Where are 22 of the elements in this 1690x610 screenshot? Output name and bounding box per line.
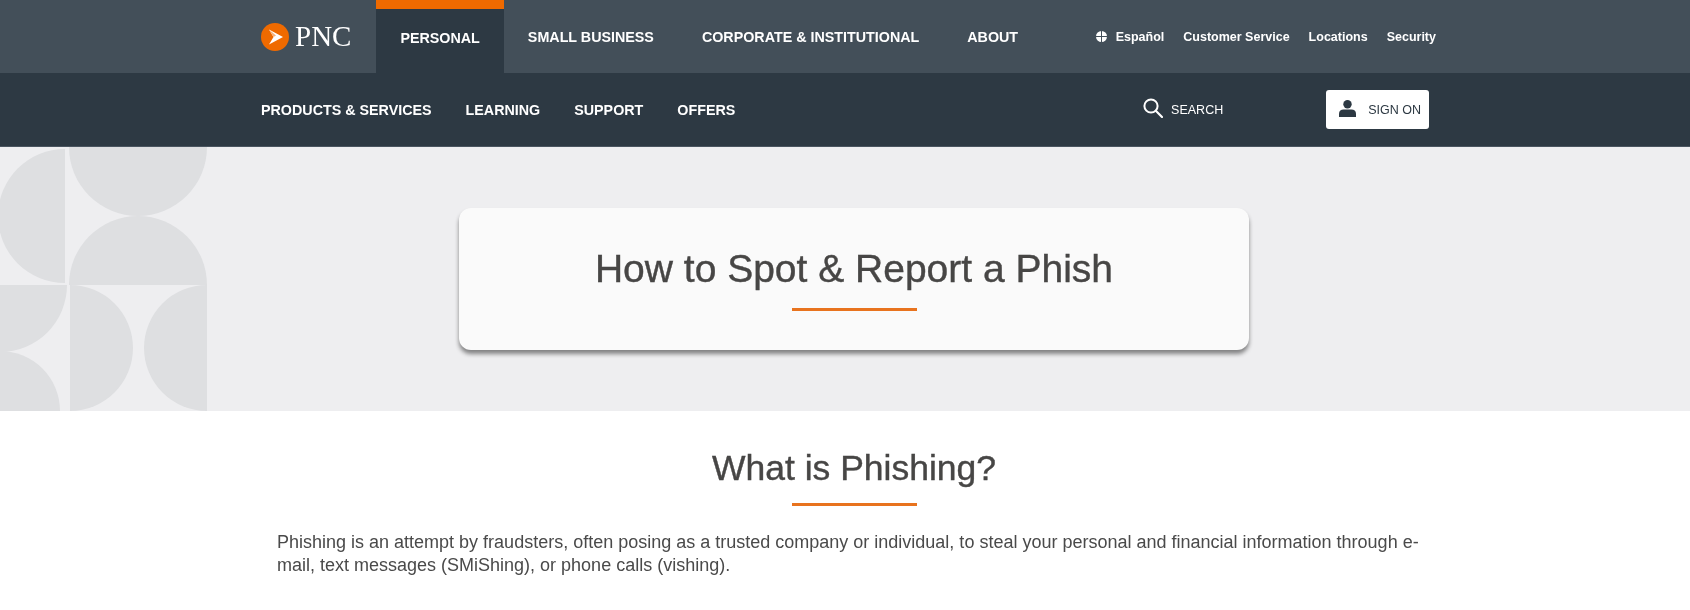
nav-tab[interactable]: ABOUT <box>943 0 1043 73</box>
utility-link[interactable]: Locations <box>1308 29 1368 44</box>
nav-tab[interactable]: SMALL BUSINESS <box>503 0 678 73</box>
menu-link[interactable]: SUPPORT <box>574 101 644 118</box>
menu-link[interactable]: LEARNING <box>465 101 541 118</box>
search-button[interactable]: SEARCH <box>1143 101 1224 118</box>
nav-tab[interactable]: PERSONAL <box>376 0 504 73</box>
logo-icon <box>261 22 289 51</box>
nav-tab[interactable]: CORPORATE & INSTITUTIONAL <box>677 0 944 73</box>
sign-on-button[interactable]: SIGN ON <box>1326 90 1429 129</box>
person-icon <box>1339 100 1357 117</box>
menu-link[interactable]: PRODUCTS & SERVICES <box>261 101 432 118</box>
language-link[interactable]: Español <box>1095 29 1165 44</box>
search-icon <box>1143 98 1164 118</box>
utility-link[interactable]: Security <box>1386 29 1436 44</box>
body-paragraph: Phishing is an attempt by fraudsters, often posing as a trusted company or individual, to steal your personal and financial information through e-mail, text messages (SMiShing), or phone calls (vishing). <box>277 531 1420 577</box>
menu-link[interactable]: OFFERS <box>677 101 736 118</box>
home-logo-link[interactable]: PNC <box>261 0 352 73</box>
section-heading: What is Phishing? <box>711 447 997 490</box>
utility-link[interactable]: Customer Service <box>1183 29 1290 44</box>
globe-icon <box>1095 31 1107 42</box>
page-title: How to Spot & Report a Phish <box>594 246 1114 292</box>
